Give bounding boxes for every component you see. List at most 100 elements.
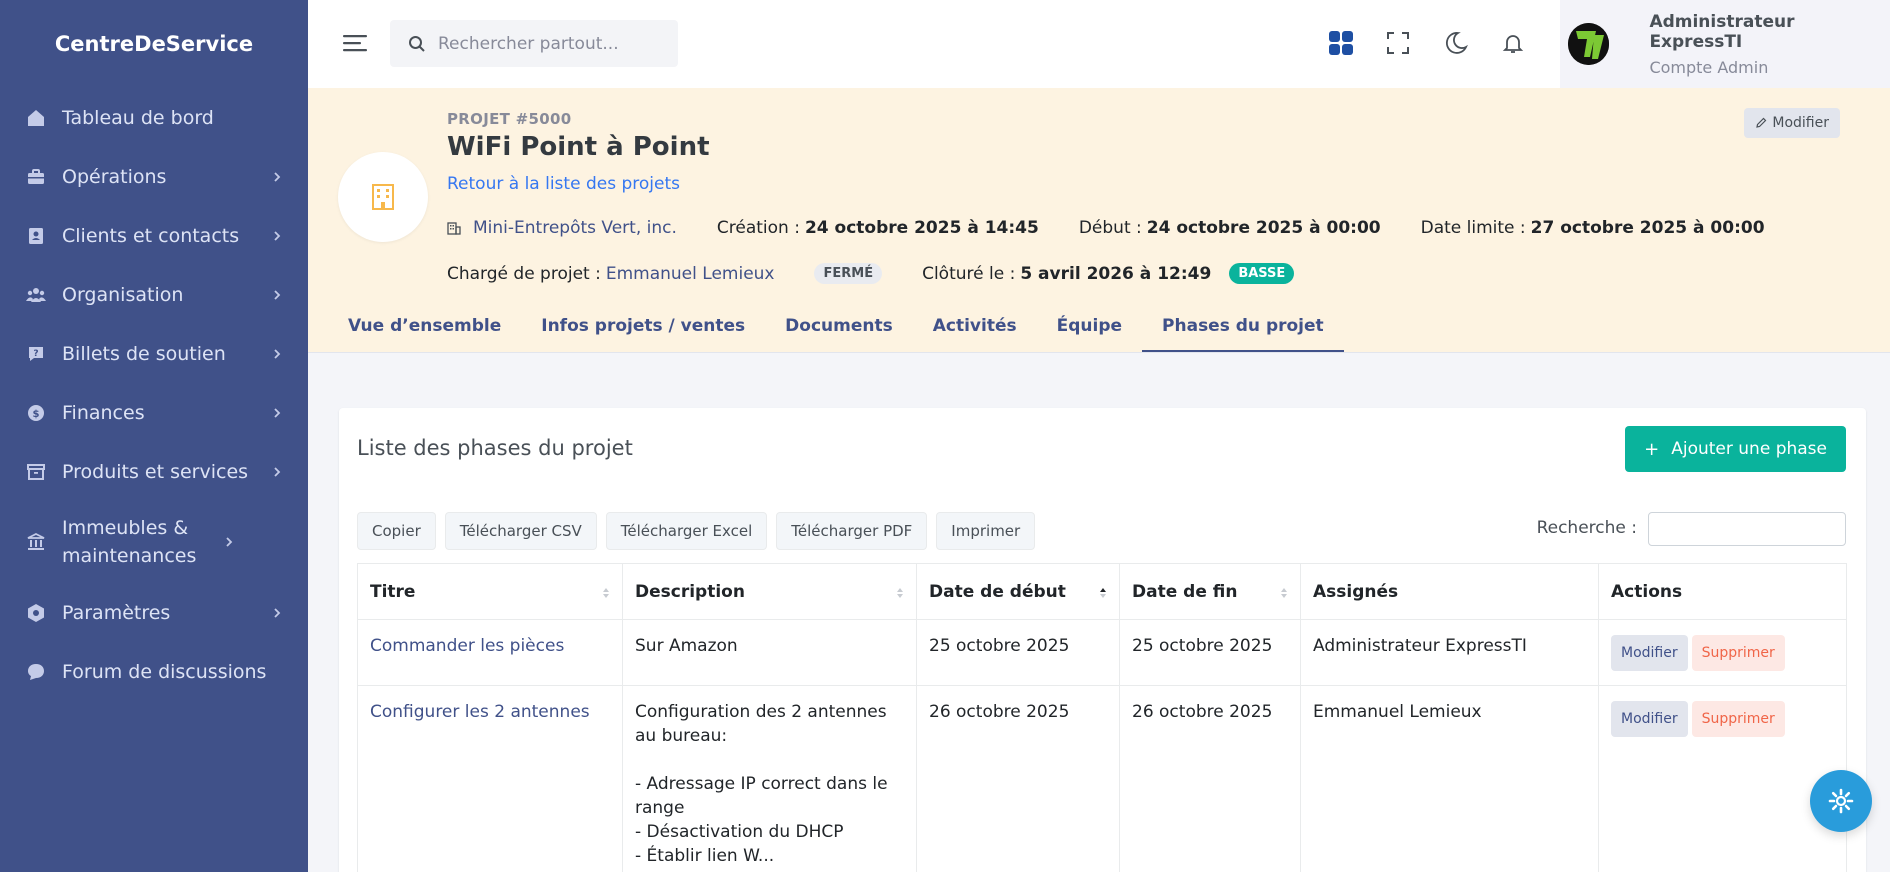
home-icon: [25, 107, 47, 129]
table-row: Configurer les 2 antennes Configuration …: [357, 685, 1847, 872]
contacts-icon: [25, 225, 47, 247]
edit-phase-button[interactable]: Modifier: [1611, 635, 1688, 671]
column-header-label: Assignés: [1313, 581, 1399, 602]
search-icon: [409, 35, 425, 52]
sidebar-item-operations[interactable]: Opérations: [0, 147, 308, 206]
edit-project-button[interactable]: Modifier: [1744, 108, 1840, 138]
tab-overview[interactable]: Vue d’ensemble: [328, 302, 521, 352]
plus-icon: +: [1644, 438, 1660, 460]
topbar: Administrateur ExpressTI Compte Admin: [308, 0, 1890, 88]
sidebar-item-clients[interactable]: Clients et contacts: [0, 206, 308, 265]
column-header-end-date[interactable]: Date de fin: [1119, 563, 1301, 620]
sidebar-item-settings[interactable]: Paramètres: [0, 583, 308, 642]
phase-description: Configuration des 2 antennes au bureau: …: [622, 685, 917, 872]
sidebar-item-label: Tableau de bord: [62, 106, 214, 129]
created-label: Création :: [716, 218, 800, 238]
notification-bell-icon[interactable]: [1498, 28, 1528, 58]
phase-start-date: 26 octobre 2025: [916, 685, 1120, 872]
project-meta-row: Mini-Entrepôts Vert, inc. Création : 24 …: [447, 218, 1765, 238]
table-search-label: Recherche :: [1536, 518, 1637, 538]
sidebar-item-tickets[interactable]: ? Billets de soutien: [0, 324, 308, 383]
phase-assigned: Administrateur ExpressTI: [1300, 619, 1599, 686]
column-header-description[interactable]: Description: [622, 563, 917, 620]
phase-title-link[interactable]: Configurer les 2 antennes: [370, 702, 590, 722]
export-toolbar: Copier Télécharger CSV Télécharger Excel…: [357, 512, 1044, 550]
fullscreen-icon[interactable]: [1383, 28, 1413, 58]
delete-phase-button[interactable]: Supprimer: [1691, 701, 1785, 737]
archive-icon: [25, 461, 47, 483]
search-input[interactable]: [438, 33, 658, 54]
pencil-icon: [1756, 117, 1767, 128]
column-header-label: Description: [635, 581, 745, 602]
user-profile-dropdown[interactable]: Administrateur ExpressTI Compte Admin: [1560, 0, 1890, 88]
created-value: 24 octobre 2025 à 14:45: [804, 218, 1039, 238]
chat-icon: [25, 661, 47, 683]
copy-button[interactable]: Copier: [357, 512, 436, 550]
phase-start-date: 25 octobre 2025: [916, 619, 1120, 686]
sidebar-item-label: Organisation: [62, 283, 184, 306]
chevron-right-icon: [274, 289, 281, 300]
tab-project-phases[interactable]: Phases du projet: [1142, 302, 1344, 352]
sort-icon: [1281, 588, 1287, 598]
table-search-input[interactable]: [1648, 512, 1846, 546]
phase-actions: Modifier Supprimer: [1598, 685, 1847, 872]
delete-phase-button[interactable]: Supprimer: [1691, 635, 1785, 671]
edit-phase-button[interactable]: Modifier: [1611, 701, 1688, 737]
chevron-right-icon: [274, 466, 281, 477]
company-icon: [447, 222, 461, 235]
download-csv-button[interactable]: Télécharger CSV: [444, 512, 597, 550]
column-header-title[interactable]: Titre: [357, 563, 623, 620]
project-tabs: Vue d’ensemble Infos projets / ventes Do…: [328, 302, 1344, 352]
sort-icon: [897, 588, 903, 598]
column-header-label: Actions: [1611, 581, 1683, 602]
manager-link[interactable]: Emmanuel Lemieux: [606, 264, 775, 284]
svg-text:$: $: [33, 409, 40, 420]
download-pdf-button[interactable]: Télécharger PDF: [776, 512, 928, 550]
global-search: [390, 20, 678, 67]
column-header-label: Date de début: [929, 581, 1066, 602]
back-to-projects-link[interactable]: Retour à la liste des projets: [447, 174, 680, 194]
closed-label: Clôturé le :: [922, 263, 1016, 284]
phase-title-link[interactable]: Commander les pièces: [370, 636, 564, 656]
column-header-assigned: Assignés: [1300, 563, 1599, 620]
phases-table: Titre Description Date de début Date de …: [357, 563, 1847, 872]
add-phase-button[interactable]: + Ajouter une phase: [1625, 426, 1846, 472]
apps-grid-icon[interactable]: [1326, 28, 1356, 58]
column-header-actions: Actions: [1598, 563, 1847, 620]
hamburger-menu-icon[interactable]: [342, 31, 368, 55]
print-button[interactable]: Imprimer: [936, 512, 1036, 550]
download-excel-button[interactable]: Télécharger Excel: [605, 512, 768, 550]
tab-project-sales-info[interactable]: Infos projets / ventes: [521, 302, 765, 352]
sidebar-item-organisation[interactable]: Organisation: [0, 265, 308, 324]
tab-team[interactable]: Équipe: [1037, 302, 1142, 352]
sidebar-item-forum[interactable]: Forum de discussions: [0, 642, 308, 701]
sidebar-item-products[interactable]: Produits et services: [0, 442, 308, 501]
edit-project-label: Modifier: [1772, 115, 1829, 131]
chevron-right-icon: [274, 171, 281, 182]
sidebar-item-finances[interactable]: $ Finances: [0, 383, 308, 442]
sidebar-item-buildings[interactable]: Immeubles & maintenances: [0, 501, 308, 583]
tab-activities[interactable]: Activités: [913, 302, 1037, 352]
brand-logo[interactable]: CentreDeService: [0, 0, 308, 88]
client-link[interactable]: Mini-Entrepôts Vert, inc.: [473, 218, 677, 238]
sidebar-item-label: Billets de soutien: [62, 342, 226, 365]
chevron-right-icon: [274, 407, 281, 418]
status-badge: FERMÉ: [814, 263, 883, 284]
avatar: [1568, 23, 1610, 65]
building-icon: [338, 152, 428, 242]
tab-documents[interactable]: Documents: [765, 302, 913, 352]
sidebar-item-label: Paramètres: [62, 601, 171, 624]
phases-card: Liste des phases du projet + Ajouter une…: [339, 408, 1866, 872]
chevron-right-icon: [274, 230, 281, 241]
customizer-settings-button[interactable]: [1810, 770, 1872, 832]
chevron-right-icon: [274, 607, 281, 618]
dark-mode-moon-icon[interactable]: [1441, 28, 1471, 58]
priority-badge: BASSE: [1229, 263, 1295, 284]
sidebar-item-dashboard[interactable]: Tableau de bord: [0, 88, 308, 147]
chevron-right-icon: [226, 537, 233, 547]
phase-description: Sur Amazon: [622, 619, 917, 686]
phase-assigned: Emmanuel Lemieux: [1300, 685, 1599, 872]
deadline-label: Date limite :: [1420, 218, 1526, 238]
card-title: Liste des phases du projet: [357, 436, 633, 460]
column-header-start-date[interactable]: Date de début: [916, 563, 1120, 620]
